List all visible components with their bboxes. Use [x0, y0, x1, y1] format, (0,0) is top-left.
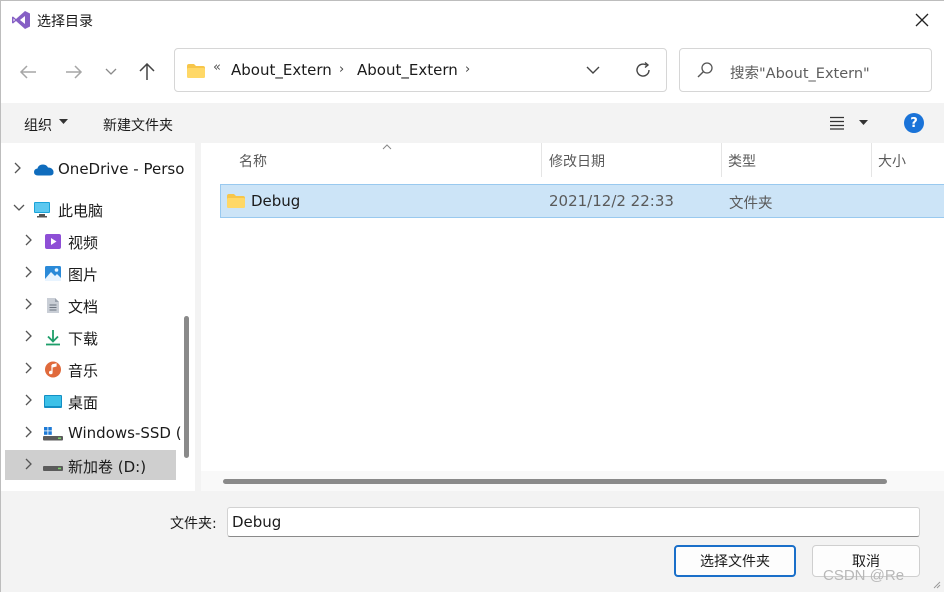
sidebar-item-label: OneDrive - Perso	[58, 160, 185, 178]
dialog-footer: 文件夹: 选择文件夹 取消 CSDN @Re	[1, 491, 944, 592]
navigation-bar: « About_Extern › About_Extern › 搜索"About…	[1, 39, 944, 103]
chevron-right-icon[interactable]	[24, 394, 32, 406]
item-modified: 2021/12/2 22:33	[549, 192, 674, 210]
close-button[interactable]	[899, 1, 944, 39]
column-header-modified[interactable]: 修改日期	[542, 143, 721, 177]
refresh-icon[interactable]	[633, 60, 653, 80]
sidebar-item-label: 下载	[68, 330, 99, 348]
folder-picker-dialog: 选择目录 « About_Extern › About_Extern › 搜索"…	[0, 0, 944, 592]
search-input[interactable]: 搜索"About_Extern"	[730, 62, 870, 83]
sidebar-item-this-pc[interactable]: 此电脑	[1, 194, 177, 224]
resize-grip-icon[interactable]	[931, 579, 941, 589]
sidebar-item-drive-d[interactable]: 新加卷 (D:)	[5, 450, 176, 480]
folder-field-label: 文件夹:	[170, 516, 217, 532]
column-header-label: 类型	[728, 154, 756, 170]
sidebar-item-music[interactable]: 音乐	[1, 354, 177, 384]
drive-icon	[43, 466, 63, 471]
pictures-icon	[45, 266, 61, 281]
breadcrumb-item[interactable]: About_Extern	[357, 61, 458, 79]
download-icon	[46, 330, 60, 346]
arrow-left-icon	[19, 65, 36, 79]
chevron-right-icon[interactable]	[24, 298, 32, 310]
computer-icon	[34, 202, 50, 218]
onedrive-icon	[34, 164, 54, 176]
sidebar-item-desktop[interactable]: 桌面	[1, 386, 177, 416]
caret-down-icon[interactable]	[59, 119, 68, 125]
documents-icon	[47, 298, 59, 313]
chevron-down-icon	[105, 68, 117, 75]
video-icon	[45, 234, 61, 249]
sidebar-item-label: Windows-SSD (	[68, 424, 182, 442]
search-box[interactable]: 搜索"About_Extern"	[679, 48, 932, 92]
organize-button[interactable]: 组织	[24, 115, 52, 135]
watermark: CSDN @Re	[823, 567, 905, 584]
breadcrumb-overflow[interactable]: «	[213, 60, 221, 75]
close-icon	[915, 13, 929, 27]
file-list: 名称 修改日期 类型 大小 Debug 2021/12/2 22:33 文件夹	[201, 143, 944, 491]
chevron-right-icon[interactable]	[24, 266, 32, 278]
title-bar: 选择目录	[1, 1, 944, 39]
sidebar-item-pictures[interactable]: 图片	[1, 258, 177, 288]
drive-icon	[43, 427, 63, 441]
sidebar-item-label: 桌面	[68, 394, 99, 412]
horizontal-scrollbar-thumb[interactable]	[223, 479, 887, 484]
forward-button[interactable]	[61, 59, 87, 85]
window-title: 选择目录	[37, 14, 93, 30]
navigation-pane: OneDrive - Perso 此电脑 视频 图片 文档 下载 音乐 桌面 W…	[1, 143, 195, 491]
desktop-icon	[44, 395, 62, 408]
view-list-icon[interactable]	[829, 116, 845, 130]
new-folder-button[interactable]: 新建文件夹	[103, 115, 173, 135]
folder-name-input[interactable]	[227, 507, 920, 537]
sidebar-item-windows-ssd[interactable]: Windows-SSD (	[1, 418, 182, 448]
chevron-down-icon[interactable]	[13, 202, 25, 214]
arrow-right-icon	[66, 65, 83, 79]
search-icon	[697, 62, 713, 78]
address-bar[interactable]: « About_Extern › About_Extern ›	[174, 48, 667, 92]
breadcrumb-separator-icon[interactable]: ›	[465, 62, 470, 77]
chevron-right-icon[interactable]	[24, 330, 32, 342]
sidebar-item-documents[interactable]: 文档	[1, 290, 177, 320]
music-icon	[45, 361, 61, 378]
sidebar-item-videos[interactable]: 视频	[1, 226, 177, 256]
sidebar-item-label: 文档	[68, 298, 99, 316]
arrow-up-icon	[139, 63, 155, 80]
select-folder-button[interactable]: 选择文件夹	[674, 545, 796, 577]
recent-locations-button[interactable]	[99, 59, 123, 85]
chevron-right-icon[interactable]	[13, 162, 21, 174]
item-type: 文件夹	[729, 196, 773, 212]
back-button[interactable]	[15, 59, 41, 85]
folder-icon	[227, 194, 245, 208]
column-header-label: 修改日期	[549, 154, 605, 170]
column-header-size[interactable]: 大小	[872, 143, 944, 177]
column-header-type[interactable]: 类型	[722, 143, 871, 177]
visual-studio-icon	[12, 11, 30, 29]
chevron-right-icon[interactable]	[24, 458, 32, 470]
sidebar-item-label: 视频	[68, 234, 99, 252]
up-button[interactable]	[134, 59, 160, 85]
folder-icon	[187, 64, 205, 78]
sidebar-scrollbar[interactable]	[184, 316, 189, 458]
address-history-icon[interactable]	[585, 62, 601, 78]
list-item[interactable]: Debug 2021/12/2 22:33 文件夹	[220, 184, 944, 218]
breadcrumb-separator-icon[interactable]: ›	[339, 62, 344, 77]
sidebar-item-label: 此电脑	[58, 202, 104, 220]
help-button[interactable]: ?	[904, 113, 924, 133]
column-header-name[interactable]: 名称	[201, 143, 541, 177]
caret-down-icon[interactable]	[859, 120, 868, 126]
sidebar-item-onedrive[interactable]: OneDrive - Perso	[1, 154, 184, 184]
item-name: Debug	[251, 192, 301, 210]
chevron-right-icon[interactable]	[24, 234, 32, 246]
breadcrumb-item[interactable]: About_Extern	[231, 61, 332, 79]
column-header-label: 大小	[878, 154, 906, 170]
sidebar-item-downloads[interactable]: 下载	[1, 322, 177, 352]
sidebar-item-label: 新加卷 (D:)	[68, 458, 147, 476]
sidebar-item-label: 音乐	[68, 362, 99, 380]
chevron-right-icon[interactable]	[24, 426, 32, 438]
chevron-right-icon[interactable]	[24, 362, 32, 374]
command-bar: 组织 新建文件夹 ?	[1, 103, 944, 143]
sidebar-item-label: 图片	[68, 266, 99, 284]
column-header-label: 名称	[239, 154, 267, 170]
